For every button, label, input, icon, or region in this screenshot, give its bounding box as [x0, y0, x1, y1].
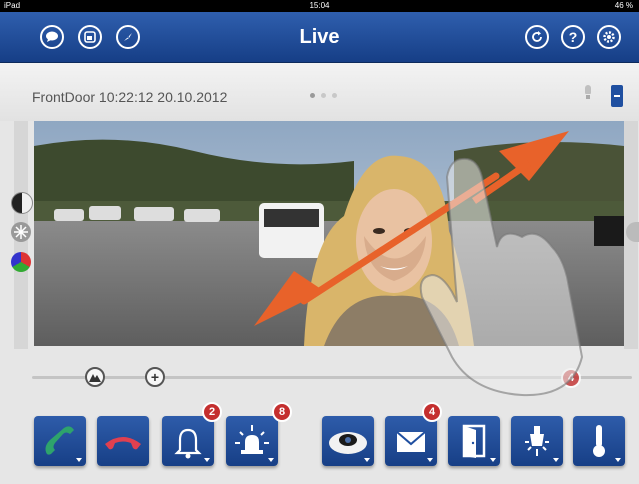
camera-info-bar: FrontDoor 10:22:12 20.10.2012 [0, 63, 639, 121]
compass-icon[interactable] [116, 25, 140, 49]
messages-badge: 4 [422, 402, 442, 422]
mountain-icon[interactable] [85, 367, 105, 387]
fullscreen-toggle-button[interactable] [611, 85, 623, 107]
panel-handle-knob[interactable] [626, 222, 639, 242]
chevron-down-icon [76, 458, 82, 462]
page-dot[interactable] [332, 93, 337, 98]
settings-icon[interactable] [597, 25, 621, 49]
chat-icon[interactable] [40, 25, 64, 49]
help-icon[interactable]: ? [561, 25, 585, 49]
chevron-down-icon [364, 458, 370, 462]
status-bar: iPad 15:04 46 % [0, 0, 639, 12]
brightness-icon[interactable] [11, 222, 31, 242]
bell-button[interactable] [162, 416, 214, 466]
window-icon[interactable] [78, 25, 102, 49]
page-indicator[interactable] [310, 93, 337, 98]
chevron-down-icon [490, 458, 496, 462]
door-open-button[interactable] [448, 416, 500, 466]
chevron-down-icon [204, 458, 210, 462]
bell-badge: 2 [202, 402, 222, 422]
refresh-icon[interactable] [525, 25, 549, 49]
zoom-in-icon[interactable]: + [145, 367, 165, 387]
messages-button[interactable] [385, 416, 437, 466]
page-dot[interactable] [321, 93, 326, 98]
alarm-button[interactable] [226, 416, 278, 466]
chevron-down-icon [427, 458, 433, 462]
contrast-icon[interactable] [11, 192, 33, 214]
chevron-down-icon [615, 458, 621, 462]
camera-label: FrontDoor 10:22:12 20.10.2012 [32, 89, 228, 105]
page-dot[interactable] [310, 93, 315, 98]
gesture-hand-overlay [419, 157, 584, 397]
light-button[interactable] [511, 416, 563, 466]
temperature-button[interactable] [573, 416, 625, 466]
chevron-down-icon [553, 458, 559, 462]
nav-bar: Live ? [0, 12, 639, 63]
alarm-badge: 8 [272, 402, 292, 422]
action-toolbar: 2 8 4 [14, 402, 625, 484]
call-hangup-button[interactable] [97, 416, 149, 466]
status-time: 15:04 [309, 1, 330, 10]
call-accept-button[interactable] [34, 416, 86, 466]
chevron-down-icon [268, 458, 274, 462]
battery-label: 46 % [614, 1, 633, 10]
phone-red-icon [105, 437, 141, 450]
color-wheel-icon[interactable] [11, 252, 31, 272]
light-bulb-icon[interactable] [583, 85, 593, 101]
camera-view-button[interactable] [322, 416, 374, 466]
